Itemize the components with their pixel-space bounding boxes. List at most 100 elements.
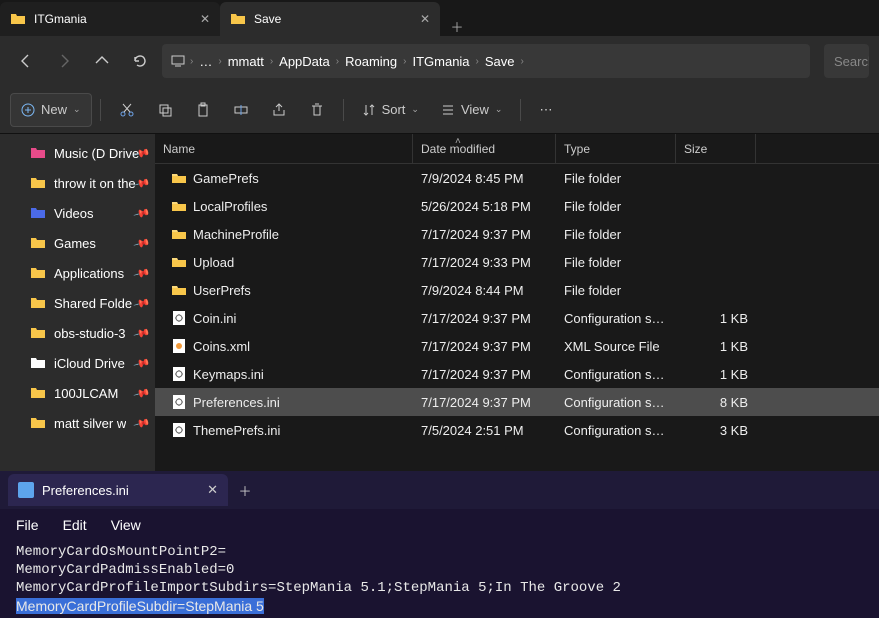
chevron-right-icon: ›: [336, 56, 339, 67]
path-segment[interactable]: mmatt: [226, 54, 266, 69]
copy-icon: [157, 102, 173, 118]
file-row[interactable]: LocalProfiles5/26/2024 5:18 PMFile folde…: [155, 192, 879, 220]
back-button[interactable]: [10, 45, 42, 77]
pin-icon: 📌: [133, 384, 151, 402]
window-tab[interactable]: Save ✕: [220, 2, 440, 36]
column-type[interactable]: Type: [556, 134, 676, 163]
file-row[interactable]: MachineProfile7/17/2024 9:37 PMFile fold…: [155, 220, 879, 248]
ini-file-icon: [171, 394, 187, 410]
menu-view[interactable]: View: [111, 517, 141, 533]
rename-icon: [233, 102, 249, 118]
folder-icon: [171, 198, 187, 214]
sidebar-item-label: obs-studio-3: [54, 326, 126, 341]
sidebar-item[interactable]: Videos📌: [0, 198, 155, 228]
file-name: Coin.ini: [193, 311, 236, 326]
file-date: 7/17/2024 9:33 PM: [413, 255, 556, 270]
new-tab-button[interactable]: ＋: [440, 17, 474, 36]
path-segment[interactable]: AppData: [277, 54, 332, 69]
breadcrumb-path[interactable]: › … › mmatt › AppData › Roaming › ITGman…: [162, 44, 810, 78]
file-name: MachineProfile: [193, 227, 279, 242]
editor-tab-title: Preferences.ini: [42, 483, 199, 498]
sidebar-item-label: Games: [54, 236, 96, 251]
sidebar-item[interactable]: iCloud Drive📌: [0, 348, 155, 378]
ini-file-icon: [171, 310, 187, 326]
file-row[interactable]: Preferences.ini7/17/2024 9:37 PMConfigur…: [155, 388, 879, 416]
folder-icon: [30, 175, 46, 191]
menu-file[interactable]: File: [16, 517, 39, 533]
file-row[interactable]: ThemePrefs.ini7/5/2024 2:51 PMConfigurat…: [155, 416, 879, 444]
pin-icon: 📌: [133, 414, 151, 432]
file-row[interactable]: Upload7/17/2024 9:33 PMFile folder: [155, 248, 879, 276]
refresh-button[interactable]: [124, 45, 156, 77]
file-name: GamePrefs: [193, 171, 259, 186]
ini-file-icon: [171, 366, 187, 382]
paste-button[interactable]: [185, 93, 221, 127]
file-row[interactable]: Keymaps.ini7/17/2024 9:37 PMConfiguratio…: [155, 360, 879, 388]
search-input[interactable]: Search: [824, 44, 869, 78]
sidebar-item[interactable]: throw it on the📌: [0, 168, 155, 198]
trash-icon: [309, 102, 325, 118]
file-row[interactable]: GamePrefs7/9/2024 8:45 PMFile folder: [155, 164, 879, 192]
sidebar-item[interactable]: matt silver w 📌: [0, 408, 155, 438]
forward-button[interactable]: [48, 45, 80, 77]
sidebar-item[interactable]: Applications📌: [0, 258, 155, 288]
chevron-down-icon: ⌄: [495, 104, 503, 115]
close-icon[interactable]: ✕: [207, 482, 218, 498]
close-icon[interactable]: ✕: [200, 12, 210, 26]
column-name[interactable]: Name: [155, 134, 413, 163]
file-type: Configuration sett...: [556, 367, 676, 382]
more-button[interactable]: ⋯: [529, 93, 562, 127]
sidebar-item-label: matt silver w: [54, 416, 126, 431]
address-bar: › … › mmatt › AppData › Roaming › ITGman…: [0, 36, 879, 86]
file-row[interactable]: Coins.xml7/17/2024 9:37 PMXML Source Fil…: [155, 332, 879, 360]
file-row[interactable]: UserPrefs7/9/2024 8:44 PMFile folder: [155, 276, 879, 304]
column-size[interactable]: Size: [676, 134, 756, 163]
delete-button[interactable]: [299, 93, 335, 127]
file-size: 3 KB: [676, 423, 756, 438]
sidebar-item[interactable]: Games📌: [0, 228, 155, 258]
cut-button[interactable]: [109, 93, 145, 127]
sidebar-item[interactable]: 100JLCAM📌: [0, 378, 155, 408]
new-button-label: New: [41, 102, 67, 117]
view-button[interactable]: View ⌄: [431, 93, 513, 127]
up-button[interactable]: [86, 45, 118, 77]
sidebar-item[interactable]: obs-studio-3📌: [0, 318, 155, 348]
sidebar-item[interactable]: Music (D Drive📌: [0, 138, 155, 168]
editor-new-tab-button[interactable]: ＋: [228, 481, 262, 500]
rename-button[interactable]: [223, 93, 259, 127]
sidebar-item[interactable]: Shared Folde📌: [0, 288, 155, 318]
chevron-down-icon: ⌄: [411, 104, 419, 115]
arrow-up-icon: [94, 53, 110, 69]
share-icon: [271, 102, 287, 118]
folder-icon: [30, 415, 46, 431]
editor-menu-bar: File Edit View: [0, 509, 879, 541]
window-tab[interactable]: ITGmania ✕: [0, 2, 220, 36]
editor-content[interactable]: MemoryCardOsMountPointP2= MemoryCardPadm…: [0, 541, 879, 618]
view-icon: [441, 103, 455, 117]
path-segment[interactable]: Roaming: [343, 54, 399, 69]
path-segment[interactable]: ITGmania: [410, 54, 471, 69]
editor-tab[interactable]: Preferences.ini ✕: [8, 474, 228, 506]
file-type: File folder: [556, 227, 676, 242]
close-icon[interactable]: ✕: [420, 12, 430, 26]
pin-icon: 📌: [133, 204, 151, 222]
sidebar-item-label: throw it on the: [54, 176, 136, 191]
file-date: 7/5/2024 2:51 PM: [413, 423, 556, 438]
pin-icon: 📌: [133, 354, 151, 372]
folder-icon: [30, 265, 46, 281]
file-row[interactable]: Coin.ini7/17/2024 9:37 PMConfiguration s…: [155, 304, 879, 332]
menu-edit[interactable]: Edit: [63, 517, 87, 533]
new-button[interactable]: New ⌄: [10, 93, 92, 127]
tab-title: Save: [254, 12, 412, 26]
share-button[interactable]: [261, 93, 297, 127]
path-segment[interactable]: Save: [483, 54, 517, 69]
folder-icon: [171, 226, 187, 242]
path-overflow[interactable]: …: [197, 54, 214, 69]
column-date[interactable]: Date modified: [413, 134, 556, 163]
copy-button[interactable]: [147, 93, 183, 127]
folder-icon: [230, 11, 246, 27]
separator: [520, 99, 521, 121]
file-date: 7/17/2024 9:37 PM: [413, 339, 556, 354]
folder-icon: [30, 145, 46, 161]
sort-button[interactable]: Sort ⌄: [352, 93, 429, 127]
